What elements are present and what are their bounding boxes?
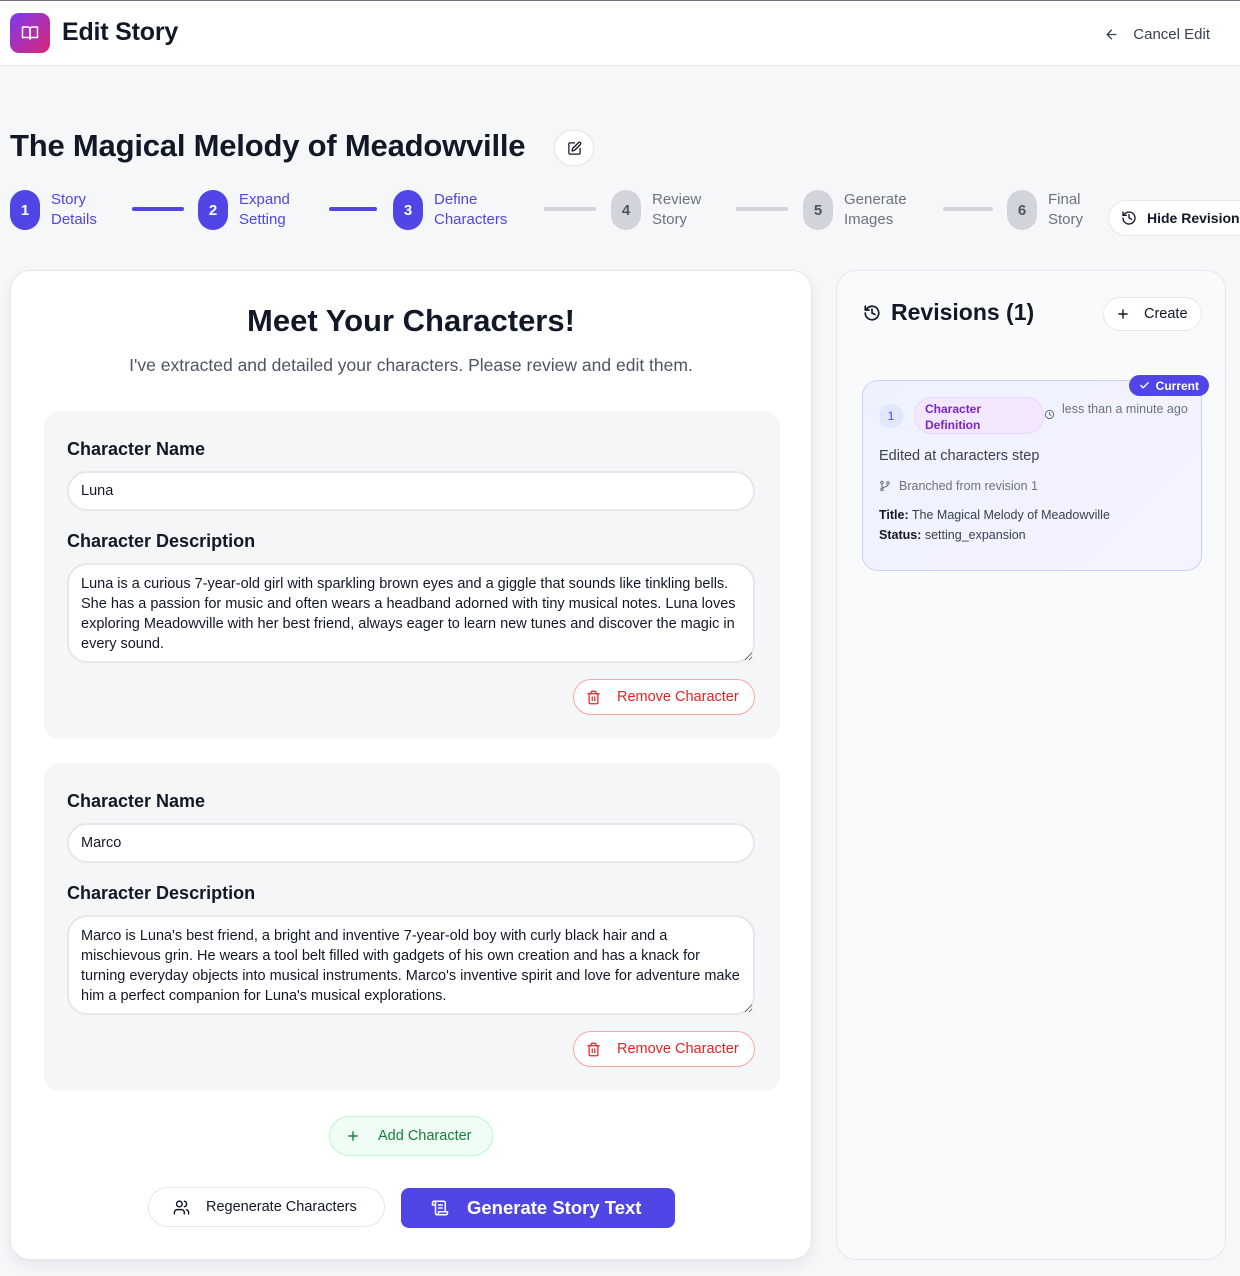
step-label: Story [1048,211,1084,228]
step-connector [736,207,788,211]
step-label: Define [434,191,478,208]
character-description-label: Character Description [67,531,256,551]
top-bar: Edit Story Cancel Edit [0,0,1240,66]
revision-title-key: Title: [879,508,909,522]
book-open-icon [21,26,39,40]
step-label: Characters [434,211,508,228]
create-revision-button[interactable]: Create [1103,297,1202,331]
characters-card: Meet Your Characters! I've extracted and… [10,270,812,1260]
character-description-input[interactable]: Marco is Luna's best friend, a bright an… [67,915,755,1015]
hide-revisions-label: Hide Revisions [1147,210,1240,226]
clock-icon [1044,409,1055,420]
history-icon [864,304,880,321]
revision-branch: Branched from revision 1 [879,479,1038,493]
step-define-characters[interactable]: 3 Define Characters [393,190,507,230]
step-connector [544,207,596,211]
revision-title-row: Title: The Magical Melody of Meadowville [879,508,1110,522]
characters-heading: Meet Your Characters! [247,303,575,338]
edit-title-button[interactable] [554,130,594,166]
revision-status-row: Status: setting_expansion [879,528,1026,542]
revision-time-label: less than a minute ago [1062,402,1188,416]
remove-character-button[interactable]: Remove Character [573,1031,755,1067]
step-label: Review [652,191,702,208]
character-description-label: Character Description [67,883,256,903]
revision-branch-label: Branched from revision 1 [899,479,1038,493]
revision-status-value: setting_expansion [924,528,1026,542]
check-icon [1139,382,1149,389]
plus-icon [1118,309,1128,319]
regenerate-characters-button[interactable]: Regenerate Characters [148,1187,385,1227]
step-label: Images [844,211,894,228]
character-name-input[interactable] [67,471,755,511]
step-generate-images[interactable]: 5 Generate Images [803,190,907,230]
step-review-story[interactable]: 4 Review Story [611,190,701,230]
revision-title-value: The Magical Melody of Meadowville [911,508,1110,522]
trash-icon [587,690,600,704]
step-number: 2 [198,190,228,230]
character-name-label: Character Name [67,791,206,811]
add-character-label: Add Character [378,1128,472,1144]
character-block: Character Name Character Description Mar… [44,763,780,1091]
revision-time: less than a minute ago [1044,401,1194,420]
step-label: Setting [239,211,286,228]
step-story-details[interactable]: 1 Story Details [10,190,97,230]
history-icon [1122,211,1136,225]
revisions-heading: Revisions (1) [863,299,1034,326]
revision-card[interactable]: Current 1 Character Definition less than… [862,375,1209,571]
character-name-input[interactable] [67,823,755,863]
generate-story-text-label: Generate Story Text [467,1197,642,1218]
pencil-square-icon [567,141,581,155]
revision-number: 1 [879,404,903,428]
generate-story-text-button[interactable]: Generate Story Text [401,1188,675,1228]
story-title: The Magical Melody of Meadowville [10,128,526,163]
step-label: Final [1048,191,1081,208]
revisions-panel: Revisions (1) Create Current 1 Character… [836,270,1226,1260]
step-number: 4 [611,190,641,230]
step-expand-setting[interactable]: 2 Expand Setting [198,190,290,230]
revisions-title: Revisions (1) [891,299,1035,325]
hide-revisions-button[interactable]: Hide Revisions [1108,200,1240,236]
trash-icon [587,1042,600,1056]
step-label: Generate [844,191,907,208]
remove-character-button[interactable]: Remove Character [573,679,755,715]
current-badge: Current [1128,375,1209,396]
current-badge-label: Current [1155,378,1199,393]
scroll-icon [431,1200,449,1216]
create-revision-label: Create [1144,306,1188,322]
step-number: 5 [803,190,833,230]
character-name-label: Character Name [67,439,206,459]
characters-subheading: I've extracted and detailed your charact… [129,355,693,375]
character-description-input[interactable]: Luna is a curious 7-year-old girl with s… [67,563,755,663]
step-connector [329,207,377,211]
step-connector [132,207,184,211]
revision-description: Edited at characters step [879,448,1040,464]
page-title: Edit Story [62,18,179,46]
revision-type-badge: Character Definition [914,397,1044,434]
step-number: 1 [10,190,40,230]
step-final-story[interactable]: 6 Final Story [1007,190,1083,230]
app-logo [10,13,50,53]
step-label: Story [652,211,688,228]
arrow-left-icon [1106,29,1117,39]
step-label: Details [51,211,97,228]
plus-icon [348,1131,358,1141]
remove-character-label: Remove Character [617,689,739,705]
cancel-edit-button[interactable]: Cancel Edit [1092,15,1222,53]
step-number: 6 [1007,190,1037,230]
revision-status-key: Status: [879,528,922,542]
step-label: Story [51,191,87,208]
git-branch-icon [880,480,890,492]
character-block: Character Name Character Description Lun… [44,411,780,739]
remove-character-label: Remove Character [617,1041,739,1057]
regenerate-characters-label: Regenerate Characters [206,1199,357,1215]
step-number: 3 [393,190,423,230]
cancel-edit-label: Cancel Edit [1133,25,1210,43]
step-label: Expand [239,191,290,208]
add-character-button[interactable]: Add Character [329,1116,493,1156]
step-connector [943,207,993,211]
users-icon [173,1199,190,1215]
